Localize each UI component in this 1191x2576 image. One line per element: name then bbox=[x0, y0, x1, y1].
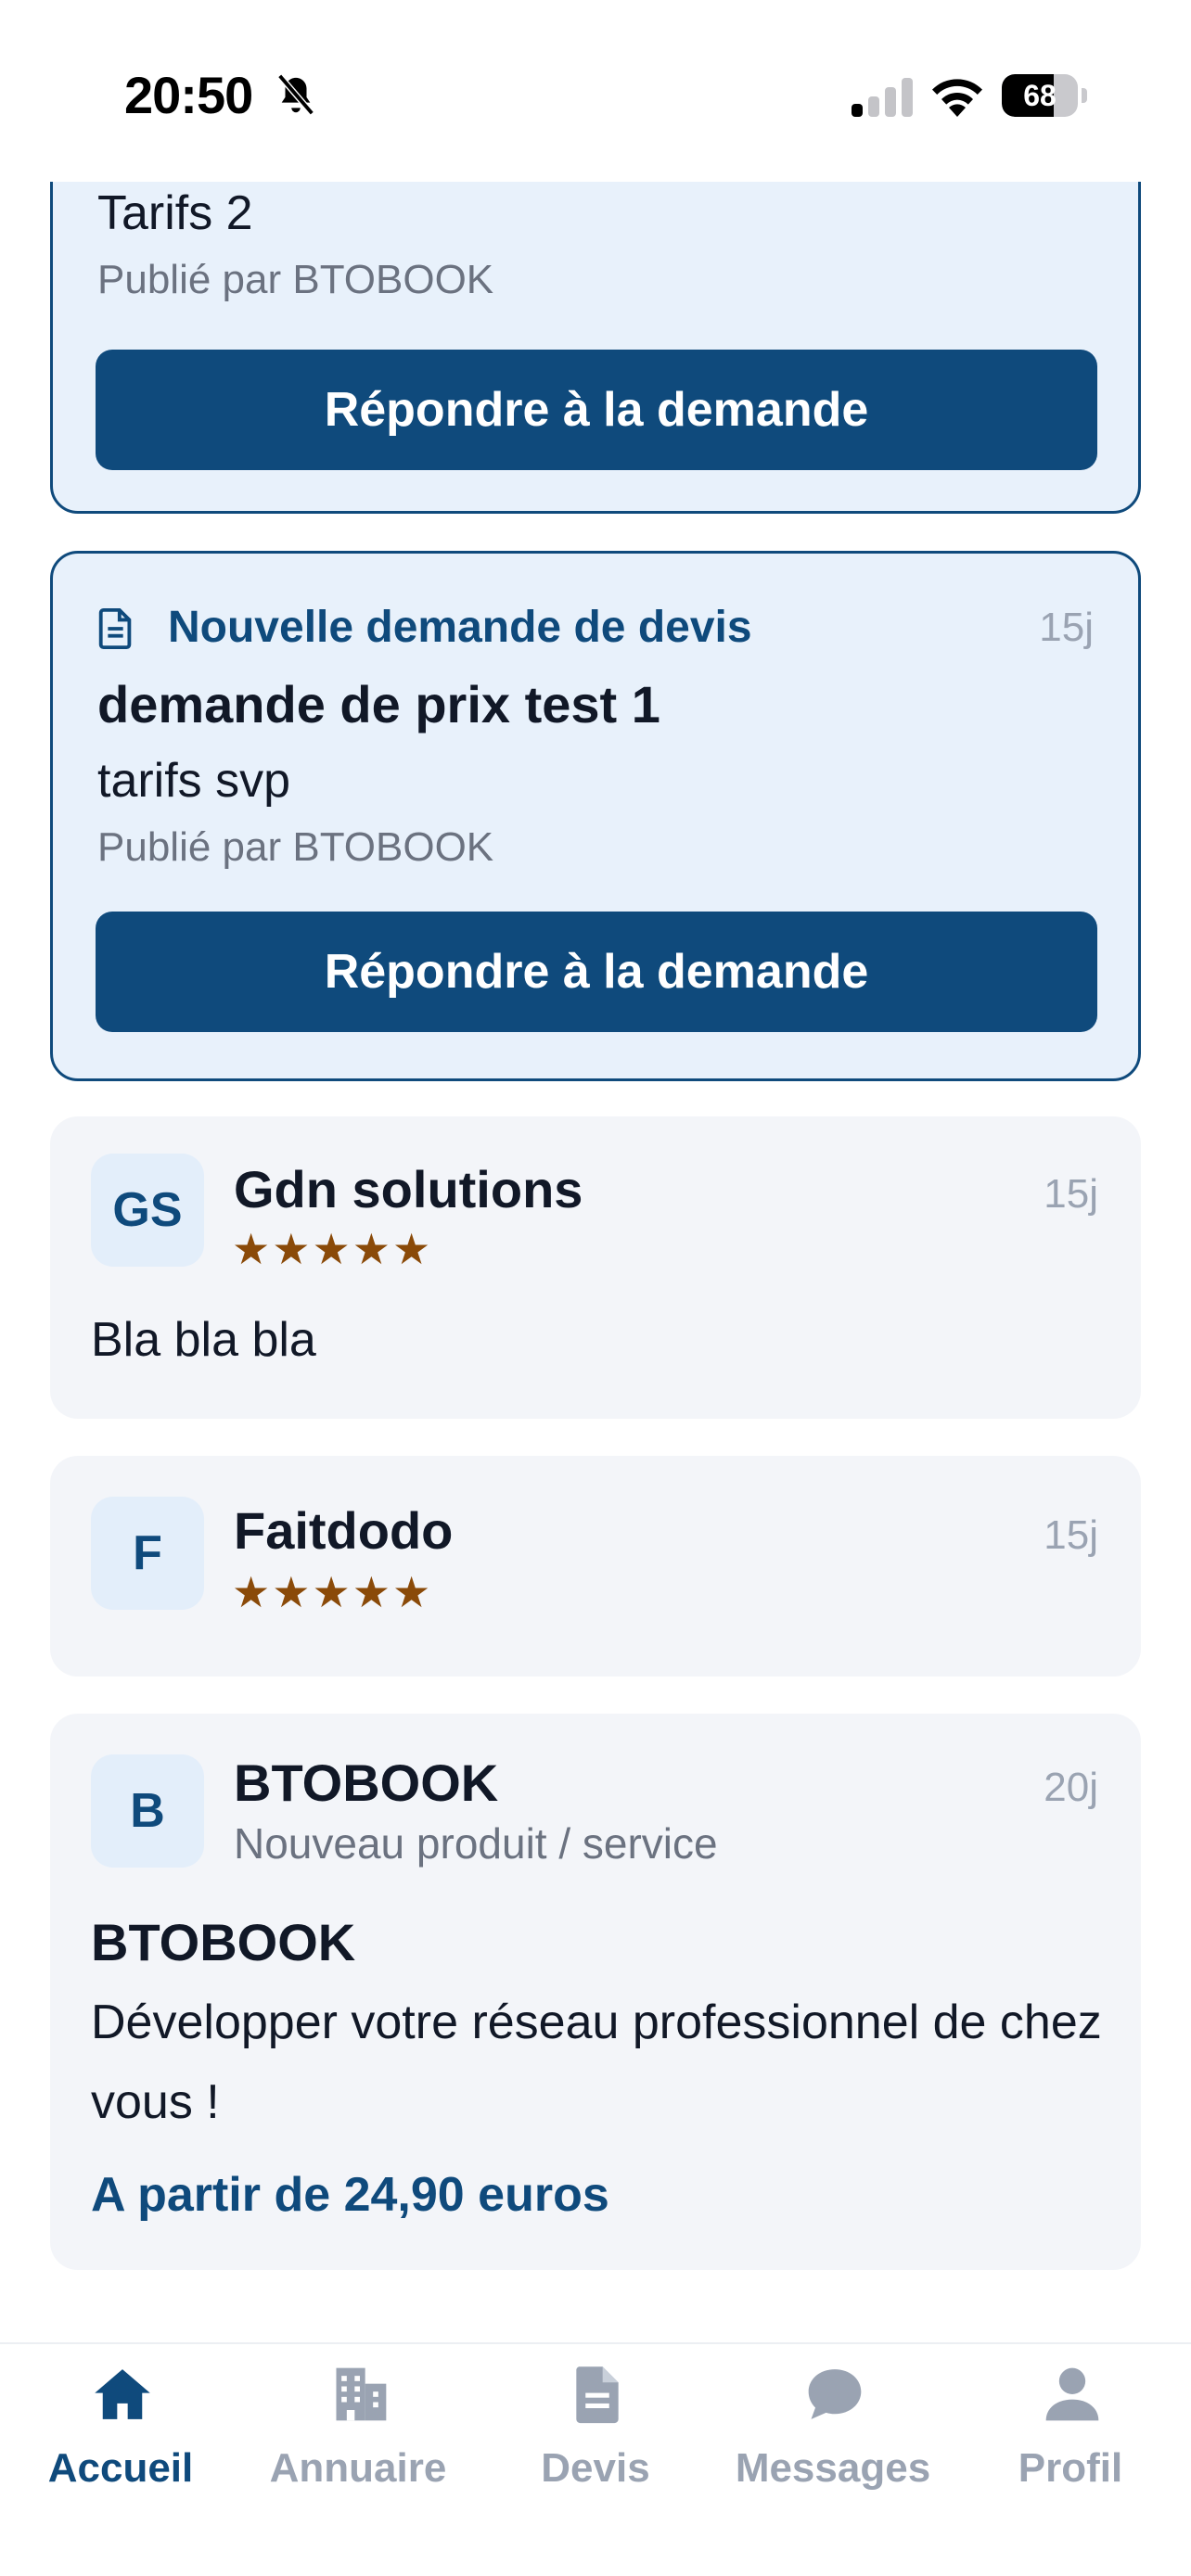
request-age: 15j bbox=[1039, 605, 1094, 650]
review-card[interactable]: GS Gdn solutions ★★★★★ 15j Bla bla bla bbox=[50, 1116, 1141, 1419]
review-text: Bla bla bla bbox=[91, 1313, 316, 1367]
request-author: Publié par BTOBOOK bbox=[97, 257, 494, 302]
battery-percentage: 68 bbox=[1023, 79, 1057, 112]
post-price: A partir de 24,90 euros bbox=[91, 2168, 609, 2222]
bell-off-icon bbox=[277, 73, 314, 116]
quote-request-card: Tarifs 2 Publié par BTOBOOK Répondre à l… bbox=[50, 182, 1141, 514]
avatar: B bbox=[91, 1754, 204, 1868]
request-author: Publié par BTOBOOK bbox=[97, 824, 494, 870]
avatar: GS bbox=[91, 1154, 204, 1267]
product-post-card[interactable]: B BTOBOOK Nouveau produit / service 20j … bbox=[50, 1714, 1141, 2270]
quote-request-card: Nouvelle demande de devis 15j demande de… bbox=[50, 551, 1141, 1081]
battery-body: 68 bbox=[1002, 74, 1078, 117]
tab-messages[interactable]: Messages bbox=[714, 2344, 952, 2530]
company-name: BTOBOOK bbox=[234, 1753, 499, 1812]
tab-label: Accueil bbox=[47, 2445, 194, 2491]
reviewer-name: Faitdodo bbox=[234, 1501, 454, 1560]
tab-devis[interactable]: Devis bbox=[477, 2344, 714, 2530]
request-body: Tarifs 2 bbox=[97, 186, 253, 240]
post-description: Développer votre réseau professionnel de… bbox=[91, 1996, 1102, 2129]
reply-to-request-button[interactable]: Répondre à la demande bbox=[96, 350, 1097, 470]
user-icon bbox=[1045, 2367, 1099, 2421]
review-card[interactable]: F Faitdodo ★★★★★ 15j bbox=[50, 1456, 1141, 1677]
review-age: 15j bbox=[1044, 1171, 1098, 1217]
post-title: BTOBOOK bbox=[91, 1913, 356, 1971]
home-icon bbox=[95, 2369, 150, 2419]
battery-cap bbox=[1082, 88, 1087, 103]
avatar: F bbox=[91, 1497, 204, 1610]
reviewer-name: Gdn solutions bbox=[234, 1160, 583, 1218]
review-age: 15j bbox=[1044, 1512, 1098, 1558]
tab-label: Messages bbox=[735, 2445, 931, 2491]
building-icon bbox=[336, 2367, 387, 2421]
home-feed[interactable]: Tarifs 2 Publié par BTOBOOK Répondre à l… bbox=[0, 182, 1191, 2342]
document-icon bbox=[576, 2366, 619, 2424]
star-rating: ★★★★★ bbox=[232, 1225, 433, 1273]
status-time: 20:50 bbox=[124, 66, 253, 124]
tab-label: Devis bbox=[541, 2445, 650, 2491]
cellular-signal-icon bbox=[852, 78, 913, 117]
tab-label: Profil bbox=[1018, 2445, 1123, 2491]
tab-annuaire[interactable]: Annuaire bbox=[239, 2344, 477, 2530]
request-type-label: Nouvelle demande de devis bbox=[168, 603, 752, 652]
battery-indicator: 68 bbox=[1002, 74, 1087, 117]
bottom-tab-bar: Accueil Annuaire Devis Messages Profil bbox=[0, 2342, 1191, 2576]
tab-profil[interactable]: Profil bbox=[952, 2344, 1189, 2530]
tab-label: Annuaire bbox=[269, 2445, 447, 2491]
post-age: 20j bbox=[1044, 1765, 1098, 1810]
document-icon bbox=[98, 607, 132, 650]
post-category: Nouveau produit / service bbox=[234, 1819, 718, 1868]
star-rating: ★★★★★ bbox=[232, 1568, 433, 1616]
status-bar: 20:50 68 bbox=[0, 0, 1191, 182]
request-header: Nouvelle demande de devis 15j bbox=[97, 602, 1094, 654]
reply-to-request-button[interactable]: Répondre à la demande bbox=[96, 912, 1097, 1032]
tab-accueil[interactable]: Accueil bbox=[2, 2344, 239, 2530]
wifi-icon bbox=[932, 79, 982, 117]
chat-bubble-icon bbox=[808, 2369, 862, 2419]
request-title: demande de prix test 1 bbox=[97, 675, 660, 733]
request-body: tarifs svp bbox=[97, 754, 291, 808]
